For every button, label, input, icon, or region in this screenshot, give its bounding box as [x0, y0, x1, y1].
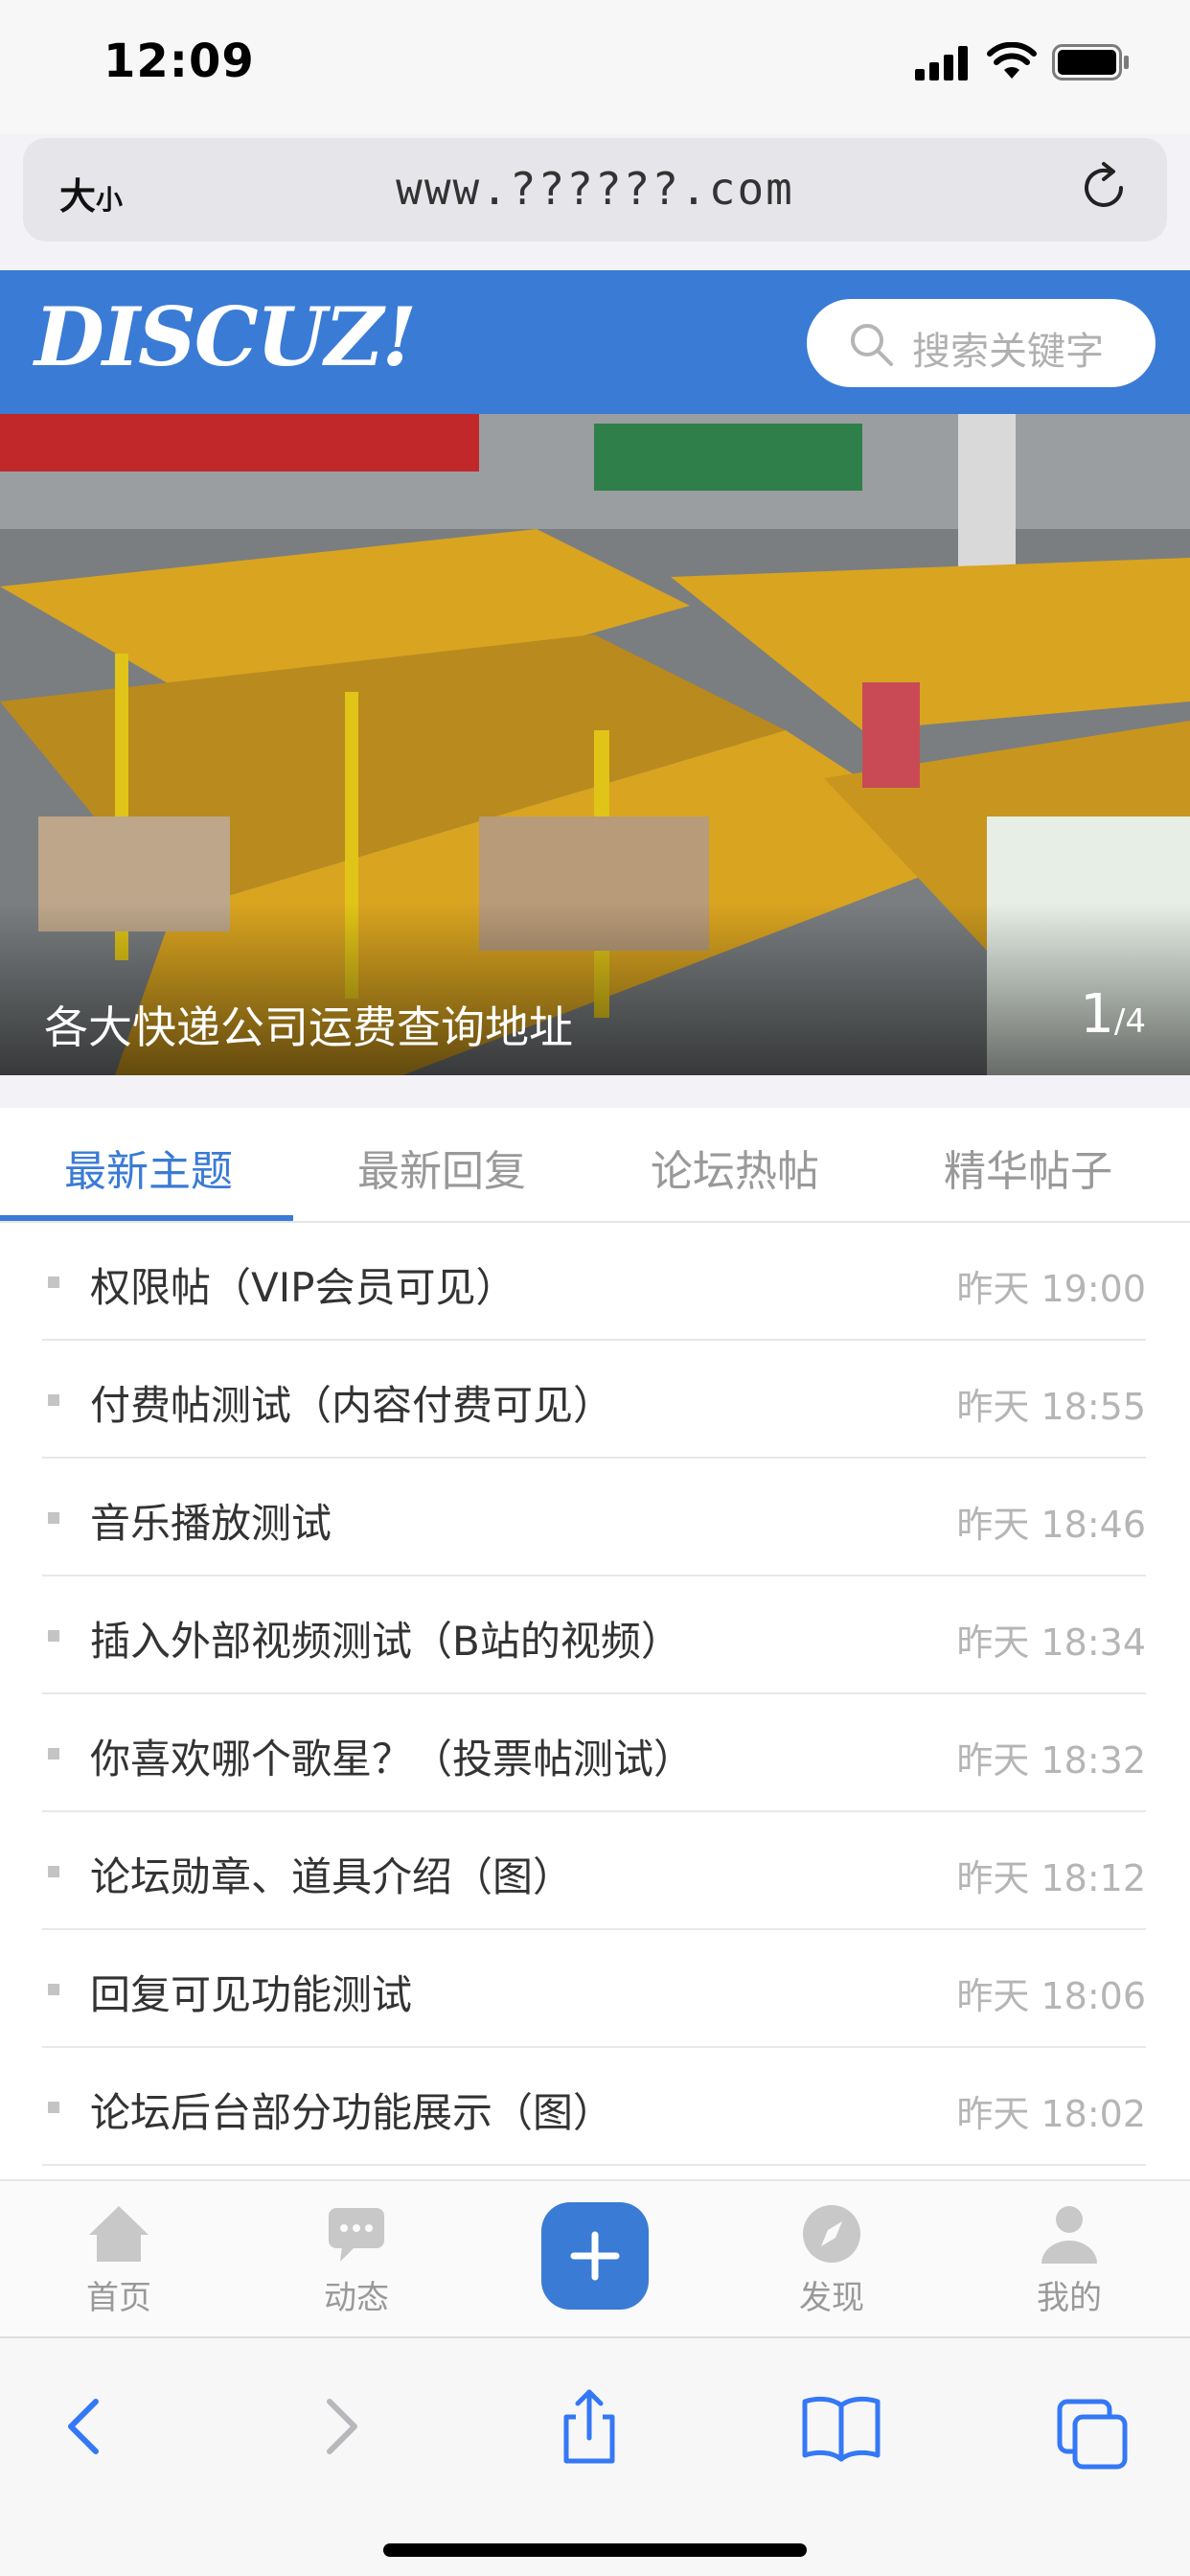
url-field[interactable]: www.??????.com	[23, 163, 1167, 215]
thread-title[interactable]: 你喜欢哪个歌星？（投票帖测试）	[90, 1727, 694, 1785]
site-header: DISCUZ! 搜索关键字	[0, 270, 1190, 414]
forward-button[interactable]	[295, 2380, 387, 2472]
thread-time: 昨天 18:55	[956, 1386, 1146, 1428]
thread-title[interactable]: 论坛勋章、道具介绍（图）	[90, 1845, 573, 1903]
home-indicator	[383, 2543, 807, 2557]
bullet-icon	[48, 1866, 59, 1877]
thread-time: 昨天 18:32	[956, 1739, 1146, 1782]
book-icon	[802, 2396, 881, 2462]
share-button[interactable]	[543, 2380, 635, 2472]
nav-home-label: 首页	[86, 2279, 151, 2317]
thread-time: 昨天 18:06	[956, 1975, 1146, 2017]
thread-row[interactable]: 论坛后台部分功能展示（图） 昨天 18:02	[42, 2048, 1146, 2166]
bullet-icon	[48, 1630, 59, 1642]
thread-row[interactable]: 音乐播放测试 昨天 18:46	[42, 1459, 1146, 1576]
thread-row[interactable]: 论坛勋章、道具介绍（图） 昨天 18:12	[42, 1812, 1146, 1930]
nav-discover[interactable]: 发现	[755, 2202, 908, 2318]
banner-carousel[interactable]: 各大快递公司运费查询地址 1/4	[0, 414, 1190, 1075]
plus-icon	[570, 2231, 620, 2281]
bottom-nav: 首页 动态 发现 我的	[0, 2179, 1190, 2336]
nav-activity-label: 动态	[324, 2279, 389, 2317]
tab-featured-posts[interactable]: 精华帖子	[880, 1137, 1177, 1198]
address-bar[interactable]: 大小 www.??????.com	[23, 138, 1167, 242]
user-icon	[1041, 2206, 1097, 2264]
bullet-icon	[48, 1512, 59, 1524]
status-time: 12:09	[103, 34, 255, 88]
thread-row[interactable]: 你喜欢哪个歌星？（投票帖测试） 昨天 18:32	[42, 1694, 1146, 1812]
thread-time: 昨天 18:46	[956, 1504, 1146, 1546]
thread-title[interactable]: 插入外部视频测试（B站的视频）	[90, 1609, 681, 1668]
tab-latest-replies[interactable]: 最新回复	[293, 1137, 590, 1198]
bullet-icon	[48, 1748, 59, 1760]
nav-profile-label: 我的	[1037, 2279, 1102, 2317]
banner-caption[interactable]: 各大快递公司运费查询地址	[44, 993, 573, 1056]
chevron-left-icon	[68, 2399, 99, 2454]
thread-time: 昨天 18:02	[956, 2093, 1146, 2135]
thread-row[interactable]: 付费帖测试（内容付费可见） 昨天 18:55	[42, 1341, 1146, 1459]
home-icon	[89, 2206, 149, 2262]
banner-page-counter: 1/4	[1080, 983, 1146, 1046]
signal-icon	[915, 46, 968, 80]
compass-icon	[803, 2205, 860, 2263]
thread-list: 权限帖（VIP会员可见） 昨天 19:00 付费帖测试（内容付费可见） 昨天 1…	[0, 1223, 1190, 2179]
status-bar: 12:09	[0, 0, 1190, 134]
tabs-button[interactable]	[1046, 2380, 1138, 2472]
battery-icon	[1052, 44, 1129, 80]
chevron-right-icon	[327, 2399, 357, 2454]
search-placeholder: 搜索关键字	[912, 330, 1104, 374]
thread-title[interactable]: 回复可见功能测试	[90, 1963, 412, 2021]
thread-row[interactable]: 回复可见功能测试 昨天 18:06	[42, 1930, 1146, 2048]
new-post-button[interactable]	[541, 2202, 649, 2310]
bullet-icon	[48, 1394, 59, 1406]
thread-title[interactable]: 论坛后台部分功能展示（图）	[90, 2081, 613, 2139]
search-icon	[851, 324, 893, 366]
thread-row[interactable]: 权限帖（VIP会员可见） 昨天 19:00	[42, 1223, 1146, 1341]
browser-toolbar	[0, 2336, 1190, 2576]
tab-hot-posts[interactable]: 论坛热帖	[586, 1137, 883, 1198]
banner-current-index: 1	[1080, 983, 1114, 1046]
back-button[interactable]	[38, 2380, 130, 2472]
bullet-icon	[48, 2102, 59, 2113]
tab-latest-threads[interactable]: 最新主题	[0, 1137, 297, 1198]
nav-activity[interactable]: 动态	[280, 2202, 433, 2318]
thread-row[interactable]: 插入外部视频测试（B站的视频） 昨天 18:34	[42, 1576, 1146, 1694]
thread-time: 昨天 18:12	[956, 1857, 1146, 1899]
thread-time: 昨天 19:00	[956, 1268, 1146, 1310]
wifi-icon	[987, 42, 1037, 79]
thread-tabs: 最新主题 最新回复 论坛热帖 精华帖子	[0, 1108, 1190, 1223]
chat-icon	[329, 2208, 384, 2262]
bullet-icon	[48, 1984, 59, 1995]
nav-profile[interactable]: 我的	[993, 2202, 1146, 2318]
nav-discover-label: 发现	[799, 2279, 864, 2317]
share-icon	[563, 2389, 615, 2464]
banner-total-count: 4	[1125, 1002, 1146, 1041]
thread-time: 昨天 18:34	[956, 1622, 1146, 1664]
site-logo[interactable]: DISCUZ!	[34, 289, 417, 384]
banner-counter-separator: /	[1113, 1002, 1126, 1041]
thread-title[interactable]: 音乐播放测试	[90, 1491, 332, 1550]
active-tab-indicator	[0, 1215, 293, 1221]
tabs-icon	[1057, 2399, 1128, 2470]
reload-icon[interactable]	[1075, 159, 1133, 217]
thread-title[interactable]: 付费帖测试（内容付费可见）	[90, 1373, 613, 1432]
search-input[interactable]: 搜索关键字	[807, 299, 1156, 387]
bookmarks-button[interactable]	[795, 2380, 887, 2472]
nav-home[interactable]: 首页	[42, 2202, 195, 2318]
bullet-icon	[48, 1276, 59, 1288]
thread-title[interactable]: 权限帖（VIP会员可见）	[90, 1255, 515, 1314]
